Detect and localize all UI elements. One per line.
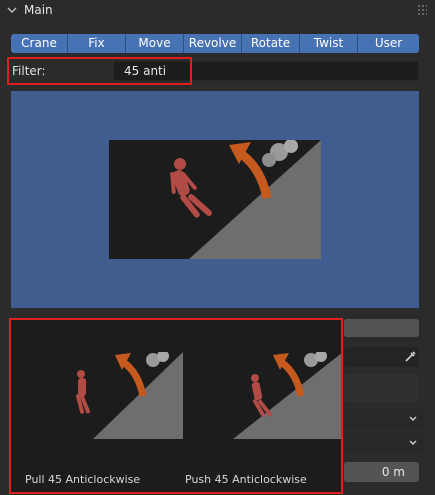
category-move-button[interactable]: Move [126,34,184,53]
distance-field[interactable]: 0 m [344,462,419,482]
dropdown-b[interactable] [344,433,424,453]
pose-thumbnail-push[interactable] [183,352,343,439]
category-rotate-button[interactable]: Rotate [242,34,300,53]
dropdown-a[interactable] [344,409,424,429]
eyedropper-icon[interactable] [403,350,417,364]
pose-popup: Pull 45 Anticlockwise Push 45 Anticlockw… [10,318,343,493]
options-box [344,374,419,402]
pose-preview-image [23,352,183,439]
category-revolve-button[interactable]: Revolve [184,34,242,53]
preview-resize-bar[interactable] [344,319,419,337]
pose-label-push[interactable]: Push 45 Anticlockwise [185,473,307,486]
chevron-down-icon [409,416,417,421]
chevron-down-icon [7,7,17,14]
filter-label: Filter: [12,64,46,78]
selected-pose-thumbnail[interactable] [109,140,321,259]
panel-header[interactable]: Main [0,0,435,20]
filter-input[interactable] [113,61,419,81]
category-bar: Crane Fix Move Revolve Rotate Twist User [11,34,419,53]
chevron-down-icon [409,440,417,445]
panel-title: Main [24,3,53,17]
filter-row: Filter: [8,59,419,83]
pose-thumbnail-pull[interactable] [23,352,183,439]
category-crane-button[interactable]: Crane [11,34,68,53]
category-twist-button[interactable]: Twist [300,34,358,53]
pose-preview-image [183,352,343,439]
category-fix-button[interactable]: Fix [68,34,126,53]
drag-handle-icon[interactable] [417,4,427,16]
pose-label-pull[interactable]: Pull 45 Anticlockwise [25,473,140,486]
category-user-button[interactable]: User [358,34,419,53]
pose-preview-image [109,140,321,259]
